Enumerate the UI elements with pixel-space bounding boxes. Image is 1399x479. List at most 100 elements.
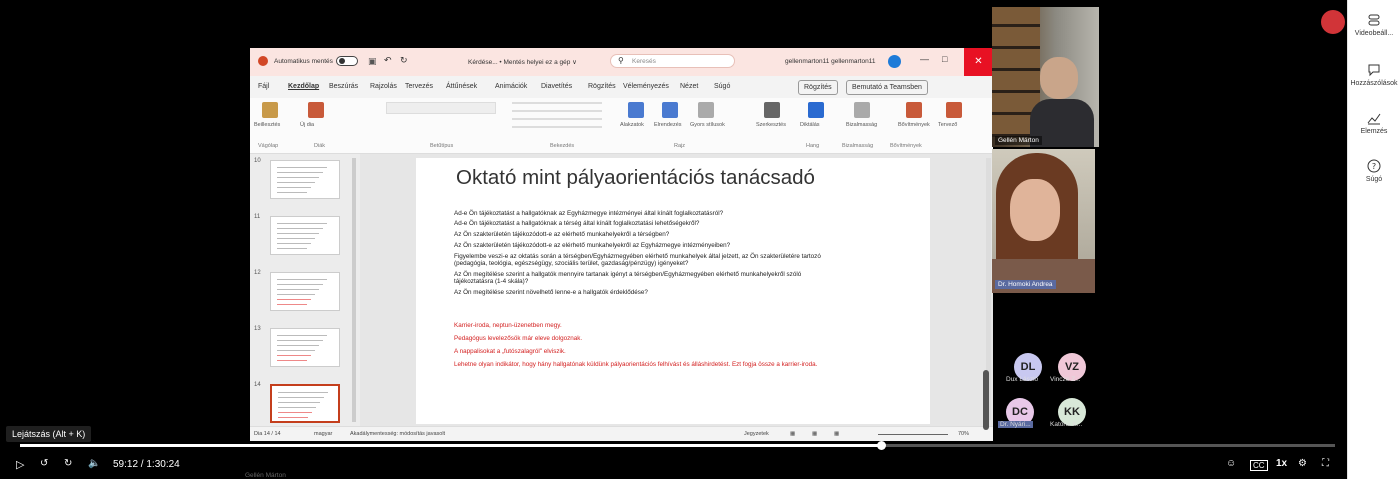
menu-1[interactable]: Fájl [258,83,269,90]
new-slide-button[interactable]: Új dia [300,122,314,128]
record-button[interactable]: Rögzítés [798,80,838,95]
slide-thumbnail[interactable] [270,160,340,199]
paragraph-controls[interactable] [512,102,602,132]
editing-icon [764,102,780,118]
slide-thumbnail-pane[interactable]: 10 11 12 13 14 [250,154,360,426]
ribbon-group-label: Vágólap [258,143,279,149]
camera-side-scroll[interactable] [983,370,989,430]
view-sorter-icon[interactable]: ▦ [812,431,817,437]
menu-10[interactable]: Véleményezés [623,83,669,90]
slide-question-line: Ad-e Ön tájékoztatást a hallgatóknak a t… [454,220,700,227]
play-icon[interactable]: ▷ [16,458,24,471]
editing-button[interactable]: Szerkesztés [756,122,786,128]
ppt-statusbar: Dia 14 / 14 magyar Akadálymentesség: mód… [250,426,993,441]
participant-figure [1040,57,1078,99]
document-title[interactable]: Kérdése... • Mentés helyei ez a gép ∨ [468,58,577,66]
slide-counter: Dia 14 / 14 [254,431,281,437]
menu-7[interactable]: Animációk [495,83,527,90]
designer-button[interactable]: Tervező [938,122,957,128]
settings-icon[interactable]: ⚙ [1298,458,1307,469]
rewind-icon[interactable]: ↺ [40,458,48,469]
undo-icon[interactable]: ↶ [384,55,392,66]
save-icon[interactable]: ▣ [368,56,377,67]
paste-button[interactable]: Beillesztés [254,122,280,128]
dictate-button[interactable]: Diktálás [800,122,820,128]
comment-icon [1368,64,1380,77]
menu-2[interactable]: Kezdőlap [288,83,319,90]
menu-9[interactable]: Rögzítés [588,83,616,90]
thumbnail-scrollbar[interactable] [352,158,356,422]
right-item-comments[interactable]: Hozzászólások [1348,62,1399,87]
view-reading-icon[interactable]: ▦ [834,431,839,437]
current-slide[interactable]: Oktató mint pályaorientációs tanácsadó A… [416,158,930,424]
zoom-level[interactable]: 70% [958,431,969,437]
progress-knob[interactable] [877,441,887,450]
slide-thumbnail[interactable] [270,384,340,423]
redo-icon[interactable]: ↻ [400,55,408,66]
slide-question-line: Ad-e Ön tájékoztatást a hallgatóknak az … [454,210,724,217]
shapes-button[interactable]: Alakzatok [620,122,644,128]
right-item-label: Hozzászólások [1350,80,1398,87]
close-button[interactable]: ✕ [964,48,993,76]
menu-11[interactable]: Nézet [680,83,698,90]
slide-thumbnail[interactable] [270,328,340,367]
search-box[interactable] [610,54,735,68]
ppt-titlebar: Automatikus mentés ▣ ↶ ↻ Kérdése... • Me… [250,48,993,76]
search-placeholder: Keresés [632,58,656,65]
arrange-button[interactable]: Elrendezés [654,122,682,128]
slide-thumbnail[interactable] [270,272,340,311]
fullscreen-icon[interactable]: ⛶ [1322,458,1329,469]
addins-button[interactable]: Bővítmények [898,122,930,128]
autosave-label: Automatikus mentés [274,58,333,65]
volume-icon[interactable]: 🔈 [88,458,100,469]
font-controls[interactable] [386,102,496,114]
record-indicator [1321,10,1345,34]
sensitivity-button[interactable]: Bizalmasság [846,122,877,128]
ribbon-group-label: Rajz [674,143,686,149]
right-item-analytics[interactable]: Elemzés [1348,110,1399,135]
menu-5[interactable]: Tervezés [405,83,433,90]
user-avatar[interactable] [888,55,901,68]
forward-icon[interactable]: ↻ [64,458,72,469]
language[interactable]: magyar [314,431,332,437]
slide-title: Oktató mint pályaorientációs tanácsadó [456,166,815,189]
slide-answer-line: A nappalisokat a „futószalagról" elviszi… [454,348,566,355]
people-icon[interactable]: ☺ [1226,458,1236,469]
menu-8[interactable]: Diavetítés [541,83,572,90]
menu-4[interactable]: Rajzolás [370,83,397,90]
sensitivity-icon [854,102,870,118]
menu-6[interactable]: Áttűnések [446,83,477,90]
ribbon-group-label: Bekezdés [550,143,575,149]
captions-icon[interactable]: CC [1250,460,1268,471]
menu-12[interactable]: Súgó [714,83,730,90]
slide-question-line: Az Ön megítélése szerint a hallgatók men… [454,271,802,278]
slide-question-line: (pedagógia, teológia, egészségügy, szoci… [454,260,689,267]
play-tooltip: Lejátszás (Alt + K) [6,426,92,442]
right-item-label: Videobeáll... [1354,30,1394,37]
zoom-slider[interactable] [878,434,948,435]
right-toolbar: Videobeáll... Hozzászólások Elemzés ? Sú… [1347,0,1399,479]
quick-styles-button[interactable]: Gyors stílusok [690,122,725,128]
slide-thumbnail[interactable] [270,216,340,255]
slide-question-line: Az Ön szakterületén tájékozódott-e az el… [454,231,670,238]
notes-button[interactable]: Jegyzetek [744,431,769,437]
thumbnail-number: 12 [254,270,261,276]
view-normal-icon[interactable]: ▦ [790,431,795,437]
autosave-toggle[interactable] [336,56,358,66]
maximize-button[interactable]: □ [942,54,947,64]
video-settings-icon [1368,14,1380,26]
right-item-help[interactable]: ? Súgó [1348,158,1399,183]
right-item-video-settings[interactable]: Videobeáll... [1348,12,1399,37]
accessibility-status[interactable]: Akadálymentesség: módosítás javasolt [350,431,445,437]
ppt-menubar: Fájl Kezdőlap Beszúrás Rajzolás Tervezés Áttű… [250,76,993,98]
present-teams-button[interactable]: Bemutató a Teamsben [846,80,928,95]
speed-button[interactable]: 1x [1276,458,1287,469]
participant-name: Dr. Nyári... [998,421,1033,428]
minimize-button[interactable]: — [920,54,929,64]
slide-question-line: Az Ön szakterületén tájékozódott-e az el… [454,242,731,249]
cam2-name: Dr. Homoki Andrea [995,280,1056,289]
quick-styles-icon [698,102,714,118]
video-stage[interactable]: Automatikus mentés ▣ ↶ ↻ Kérdése... • Me… [0,0,1347,479]
menu-3[interactable]: Beszúrás [329,83,358,90]
progress-bar[interactable] [20,444,1335,447]
